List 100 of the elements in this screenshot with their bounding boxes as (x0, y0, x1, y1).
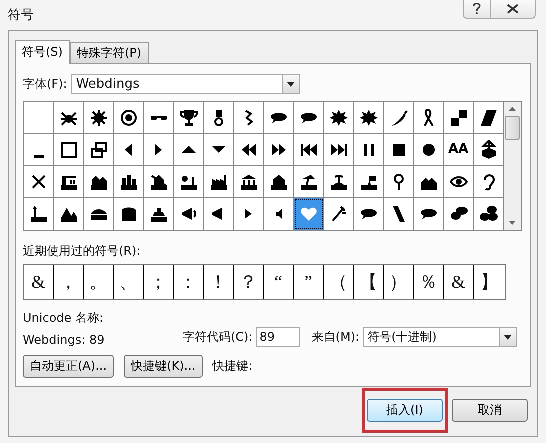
symbol-cell[interactable] (474, 198, 504, 230)
symbol-cell[interactable] (144, 166, 174, 198)
symbol-cell[interactable] (54, 134, 84, 166)
recent-symbol[interactable]: “ (264, 265, 294, 299)
close-icon (507, 4, 519, 14)
symbol-cell[interactable] (354, 134, 384, 166)
scrollbar-thumb[interactable] (505, 116, 520, 140)
symbol-cell[interactable] (24, 134, 54, 166)
symbol-cell[interactable] (414, 198, 444, 230)
symbol-cell[interactable] (204, 134, 234, 166)
symbol-cell[interactable] (294, 134, 324, 166)
symbol-cell[interactable] (414, 166, 444, 198)
symbol-cell[interactable] (414, 102, 444, 134)
cancel-button[interactable]: 取消 (452, 398, 528, 422)
recent-symbol[interactable]: ） (384, 265, 414, 299)
recent-symbol[interactable]: ； (144, 265, 174, 299)
symbol-cell[interactable] (144, 102, 174, 134)
recent-symbol[interactable]: ！ (204, 265, 234, 299)
dialog-button[interactable]: 快捷键(K)... (124, 355, 203, 378)
symbol-cell[interactable] (204, 166, 234, 198)
recent-symbol[interactable]: ？ (234, 265, 264, 299)
symbol-cell[interactable] (354, 166, 384, 198)
recent-symbol[interactable]: 、 (114, 265, 144, 299)
restore-icon (88, 140, 108, 160)
symbol-cell[interactable] (84, 198, 114, 230)
recent-symbol[interactable]: ， (54, 265, 84, 299)
symbol-cell[interactable] (54, 166, 84, 198)
close-button[interactable] (491, 0, 536, 19)
symbol-cell[interactable] (204, 102, 234, 134)
help-button[interactable] (463, 0, 491, 19)
symbol-cell[interactable] (444, 198, 474, 230)
symbol-cell[interactable] (84, 166, 114, 198)
tab[interactable]: 符号(S) (15, 40, 70, 64)
symbol-cell[interactable] (54, 198, 84, 230)
speech-bubbles-icon (478, 204, 498, 224)
recent-symbol[interactable]: 。 (84, 265, 114, 299)
from-dropdown[interactable]: 符号(十进制) (362, 327, 517, 347)
symbol-cell[interactable] (324, 134, 354, 166)
symbol-cell[interactable] (144, 198, 174, 230)
symbol-cell[interactable] (84, 134, 114, 166)
symbol-cell[interactable] (114, 166, 144, 198)
symbol-cell[interactable] (174, 166, 204, 198)
symbol-cell[interactable] (384, 134, 414, 166)
tab[interactable]: 特殊字符(P) (70, 42, 149, 63)
symbol-cell[interactable] (54, 102, 84, 134)
symbol-cell[interactable] (234, 198, 264, 230)
char-code-field[interactable]: 89 (256, 327, 300, 347)
triangle-left-icon (125, 144, 132, 156)
symbol-cell[interactable] (174, 134, 204, 166)
symbol-cell[interactable] (444, 102, 474, 134)
help-icon (472, 3, 482, 15)
recent-symbol[interactable]: （ (324, 265, 354, 299)
symbol-cell[interactable] (264, 102, 294, 134)
symbol-cell[interactable] (294, 198, 324, 230)
symbol-cell[interactable] (234, 102, 264, 134)
symbol-cell[interactable] (384, 166, 414, 198)
recent-symbol[interactable]: ” (294, 265, 324, 299)
symbol-cell[interactable] (204, 198, 234, 230)
symbol-cell[interactable] (474, 166, 504, 198)
recent-symbol[interactable]: ： (174, 265, 204, 299)
recent-symbol[interactable]: & (24, 265, 54, 299)
symbol-cell[interactable] (384, 198, 414, 230)
recent-symbol[interactable]: 】 (474, 265, 505, 299)
symbol-cell[interactable] (84, 102, 114, 134)
recent-symbol[interactable]: & (444, 265, 474, 299)
symbol-cell[interactable] (264, 198, 294, 230)
symbol-cell[interactable] (114, 102, 144, 134)
symbol-cell[interactable] (384, 102, 414, 134)
symbol-cell[interactable] (324, 102, 354, 134)
symbol-cell[interactable] (264, 134, 294, 166)
dialog-button[interactable]: 自动更正(A)... (23, 355, 114, 378)
symbol-cell[interactable] (294, 166, 324, 198)
symbol-cell[interactable] (174, 198, 204, 230)
symbol-cell[interactable] (114, 198, 144, 230)
symbol-cell[interactable] (444, 166, 474, 198)
parallelogram-icon (478, 108, 498, 128)
recent-symbol[interactable]: 【 (354, 265, 384, 299)
symbol-cell[interactable] (474, 102, 504, 134)
symbol-cell[interactable] (474, 134, 504, 166)
char-code-label: 字符代码(C): (183, 328, 253, 346)
font-dropdown[interactable]: Webdings (71, 74, 300, 94)
symbol-cell[interactable] (24, 102, 54, 134)
symbol-cell[interactable] (294, 102, 324, 134)
symbol-cell[interactable]: AA (444, 134, 474, 166)
unicode-name-label: Unicode 名称: (23, 310, 105, 327)
symbol-cell[interactable] (324, 166, 354, 198)
recent-symbol[interactable]: ％ (414, 265, 444, 299)
symbol-cell[interactable] (414, 134, 444, 166)
symbol-cell[interactable] (234, 166, 264, 198)
symbol-cell[interactable] (234, 134, 264, 166)
symbol-cell[interactable] (144, 134, 174, 166)
symbol-cell[interactable] (264, 166, 294, 198)
symbol-cell[interactable] (354, 198, 384, 230)
insert-button[interactable]: 插入(I) (367, 398, 443, 422)
symbol-cell[interactable] (324, 198, 354, 230)
symbol-cell[interactable] (174, 102, 204, 134)
symbol-cell[interactable] (114, 134, 144, 166)
symbol-cell[interactable] (24, 166, 54, 198)
symbol-cell[interactable] (24, 198, 54, 230)
symbol-cell[interactable] (354, 102, 384, 134)
